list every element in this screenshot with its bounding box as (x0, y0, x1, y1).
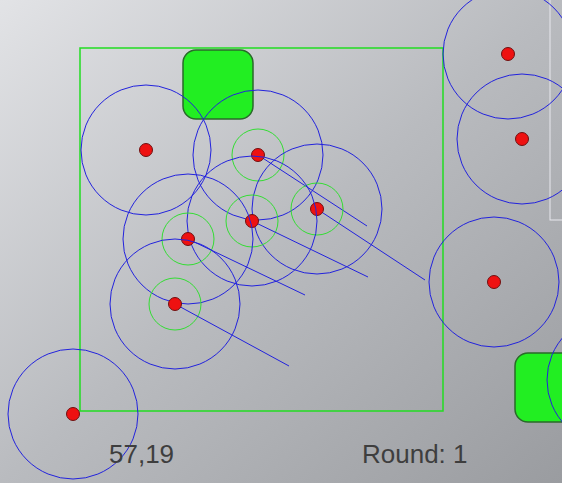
sensor-range (193, 90, 323, 220)
agent-dot[interactable] (502, 48, 515, 61)
agent[interactable] (429, 217, 559, 347)
heading-line (317, 209, 425, 280)
agent[interactable] (110, 239, 289, 369)
agent[interactable] (193, 90, 367, 226)
agent[interactable] (187, 156, 368, 286)
round-counter: Round: 1 (362, 437, 468, 471)
sensor-range (429, 217, 559, 347)
side-panel-edge (550, 0, 562, 220)
cursor-position: 57,19 (109, 437, 174, 471)
goal-block (183, 50, 253, 119)
inner-range (226, 195, 278, 247)
inner-range (232, 129, 284, 181)
heading-line (258, 155, 367, 226)
heading-line (188, 239, 305, 295)
agent-dot[interactable] (67, 408, 80, 421)
agent-dot[interactable] (516, 133, 529, 146)
agent[interactable] (252, 144, 425, 280)
heading-line (252, 221, 368, 277)
agent-dot[interactable] (252, 149, 265, 162)
sensor-range (252, 144, 382, 274)
agent-dot[interactable] (182, 233, 195, 246)
arena-canvas (0, 0, 562, 483)
inner-range (149, 278, 201, 330)
heading-line (175, 304, 289, 366)
sensor-range (123, 174, 253, 304)
agent-dot[interactable] (140, 144, 153, 157)
agent[interactable] (547, 315, 562, 445)
agent[interactable] (443, 0, 562, 119)
sensor-range (547, 315, 562, 445)
zone-border (80, 48, 443, 411)
agent[interactable] (81, 85, 211, 215)
background (0, 0, 562, 483)
sensor-range (443, 0, 562, 119)
agent[interactable] (457, 74, 562, 204)
game-board: 57,19 Round: 1 (0, 0, 562, 483)
sensor-range (457, 74, 562, 204)
sensor-range (81, 85, 211, 215)
agent-dot[interactable] (488, 276, 501, 289)
agent[interactable] (123, 174, 305, 304)
sensor-range (110, 239, 240, 369)
agent-dot[interactable] (169, 298, 182, 311)
